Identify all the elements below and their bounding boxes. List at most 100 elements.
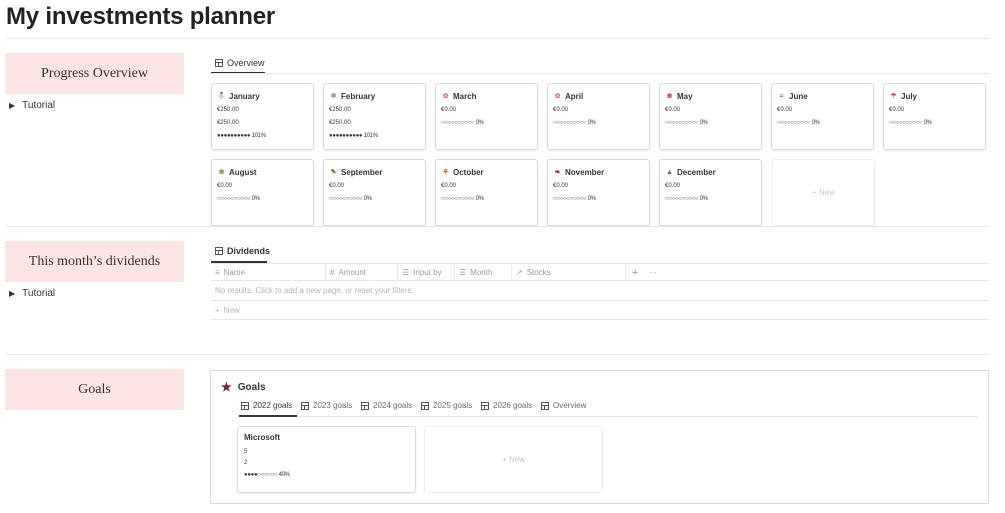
month-amount: €0.00 [889, 107, 905, 113]
month-amount: €0.00 [441, 107, 457, 113]
empty-state-message[interactable]: No results. Click to add a new page, or … [211, 281, 989, 301]
tab-2025-goals[interactable]: 2025 goals [421, 401, 472, 410]
month-progress: ○○○○○○○○○○ 0% [441, 196, 484, 202]
tab-2023-goals[interactable]: 2023 goals [301, 401, 352, 410]
relation-icon: ↗ [516, 268, 523, 277]
table-icon [241, 401, 249, 410]
month-title: ≈ June [777, 90, 868, 102]
month-title: ▲ December [666, 167, 716, 177]
section-divider [6, 354, 989, 355]
month-progress: ○○○○○○○○○○ 0% [777, 120, 820, 126]
goals-callout: Goals [5, 369, 184, 410]
toggle-triangle-icon: ▶ [9, 289, 16, 298]
number-icon: # [330, 268, 335, 277]
month-card-may[interactable]: ❀ May €0.00 ○○○○○○○○○○ 0% [659, 83, 762, 150]
month-progress: ○○○○○○○○○○ 0% [665, 120, 708, 126]
month-amount: €0.00 [329, 183, 345, 189]
month-card-july[interactable]: ☂ July €0.00 ○○○○○○○○○○ 0% [883, 83, 986, 150]
month-card-december[interactable]: ▲ December €0.00 ○○○○○○○○○○ 0% [659, 159, 762, 226]
tab-divider [211, 73, 989, 74]
column-header-month[interactable]: ☰ Month [455, 264, 512, 281]
month-title: ✿ April [554, 91, 584, 101]
table-icon [481, 401, 489, 410]
text-icon: ≡ [215, 268, 220, 277]
month-card-august[interactable]: ❀ August €0.00 ○○○○○○○○○○ 0% [211, 159, 314, 226]
table-icon [421, 401, 429, 410]
dividends-callout: This month’s dividends [5, 241, 184, 282]
month-title: ✿ March [442, 91, 477, 101]
page-title: My investments planner [6, 3, 276, 30]
new-label: + New [812, 188, 835, 197]
goals-title[interactable]: ★ Goals [221, 380, 266, 394]
select-icon: ☰ [402, 268, 410, 277]
progress-tutorial-toggle[interactable]: ▶ Tutorial [9, 100, 55, 111]
month-card-november[interactable]: ❧ November €0.00 ○○○○○○○○○○ 0% [547, 159, 650, 226]
add-column-button[interactable]: + [628, 264, 642, 281]
month-progress: ○○○○○○○○○○ 0% [553, 196, 596, 202]
tab-2026-goals[interactable]: 2026 goals [481, 401, 532, 410]
month-card-october[interactable]: ⚘ October €0.00 ○○○○○○○○○○ 0% [435, 159, 538, 226]
month-icon: ❀ [666, 93, 673, 100]
month-progress: ○○○○○○○○○○ 0% [217, 196, 260, 202]
select-icon: ☰ [459, 268, 467, 277]
month-card-march[interactable]: ✿ March €0.00 ○○○○○○○○○○ 0% [435, 83, 538, 150]
table-icon [361, 401, 369, 410]
month-title: ⚘ October [442, 167, 484, 177]
month-icon: ❄ [330, 93, 337, 100]
month-progress: ○○○○○○○○○○ 0% [665, 196, 708, 202]
goals-database: ★ Goals 2022 goals 2023 goals 2024 goals 20… [210, 370, 989, 504]
tab-dividends[interactable]: Dividends [215, 246, 270, 256]
column-header-name[interactable]: ≡ Name [211, 264, 326, 281]
month-total: €250.00 [329, 120, 351, 126]
progress-overview-callout: Progress Overview [5, 53, 184, 94]
month-title: ❄ February [330, 91, 376, 101]
month-progress: ●●●●●●●●●● 101% [217, 133, 266, 139]
column-header-amount[interactable]: # Amount [326, 264, 398, 281]
month-card-june[interactable]: ≈ June €0.00 ○○○○○○○○○○ 0% [771, 83, 874, 150]
tab-label: Dividends [227, 246, 271, 256]
month-amount: €0.00 [217, 183, 233, 189]
tab-2024-goals[interactable]: 2024 goals [361, 401, 412, 410]
dividends-tutorial-toggle[interactable]: ▶ Tutorial [9, 288, 55, 299]
month-amount: €250.00 [217, 107, 239, 113]
goal-card[interactable]: Microsoft 5 2 ●●●●○○○○○○ 40% [237, 426, 416, 493]
month-icon: ▲ [666, 168, 673, 176]
month-icon: ⚘ [442, 169, 449, 176]
star-icon: ★ [221, 380, 232, 394]
section-divider [6, 226, 989, 227]
add-new-row-button[interactable]: + New [211, 301, 989, 320]
month-progress: ○○○○○○○○○○ 0% [889, 120, 932, 126]
tab-overview[interactable]: Overview [215, 58, 265, 68]
table-icon [541, 401, 549, 410]
month-card-september[interactable]: ✎ September €0.00 ○○○○○○○○○○ 0% [323, 159, 426, 226]
month-amount: €0.00 [553, 183, 569, 189]
month-amount: €0.00 [665, 183, 681, 189]
add-new-card-button[interactable]: + New [772, 159, 875, 226]
month-icon: ✿ [442, 93, 449, 100]
goal-name: Microsoft [244, 433, 280, 442]
tab-overview[interactable]: Overview [541, 401, 586, 410]
month-card-january[interactable]: ⛄ January €250.00 €250.00 ●●●●●●●●●● 101% [211, 83, 314, 150]
month-amount: €0.00 [553, 107, 569, 113]
column-header-stocks[interactable]: ↗ Stocks [512, 264, 626, 281]
month-card-february[interactable]: ❄ February €250.00 €250.00 ●●●●●●●●●● 101% [323, 83, 426, 150]
month-progress: ○○○○○○○○○○ 0% [329, 196, 372, 202]
dividends-table-header: ≡ Name # Amount ☰ Input by ☰ Month ↗ Sto… [211, 263, 989, 281]
month-title: ⛄ January [217, 91, 260, 101]
month-icon: ✿ [554, 93, 561, 100]
add-new-goal-button[interactable]: + New [424, 426, 603, 493]
month-progress: ○○○○○○○○○○ 0% [441, 120, 484, 126]
column-header-input-by[interactable]: ☰ Input by [398, 264, 455, 281]
goal-current: 2 [244, 460, 248, 466]
tab-divider [239, 416, 978, 417]
month-progress: ●●●●●●●●●● 101% [329, 133, 378, 139]
more-options-button[interactable]: ··· [645, 264, 665, 281]
month-title: ☂ July [890, 91, 918, 101]
month-card-april[interactable]: ✿ April €0.00 ○○○○○○○○○○ 0% [547, 83, 650, 150]
table-icon [215, 247, 223, 255]
month-icon: ≈ [779, 92, 784, 100]
month-amount: €0.00 [665, 107, 681, 113]
toggle-label: Tutorial [22, 288, 56, 299]
tab-active-underline [239, 415, 297, 417]
tab-2022-goals[interactable]: 2022 goals [241, 401, 292, 410]
